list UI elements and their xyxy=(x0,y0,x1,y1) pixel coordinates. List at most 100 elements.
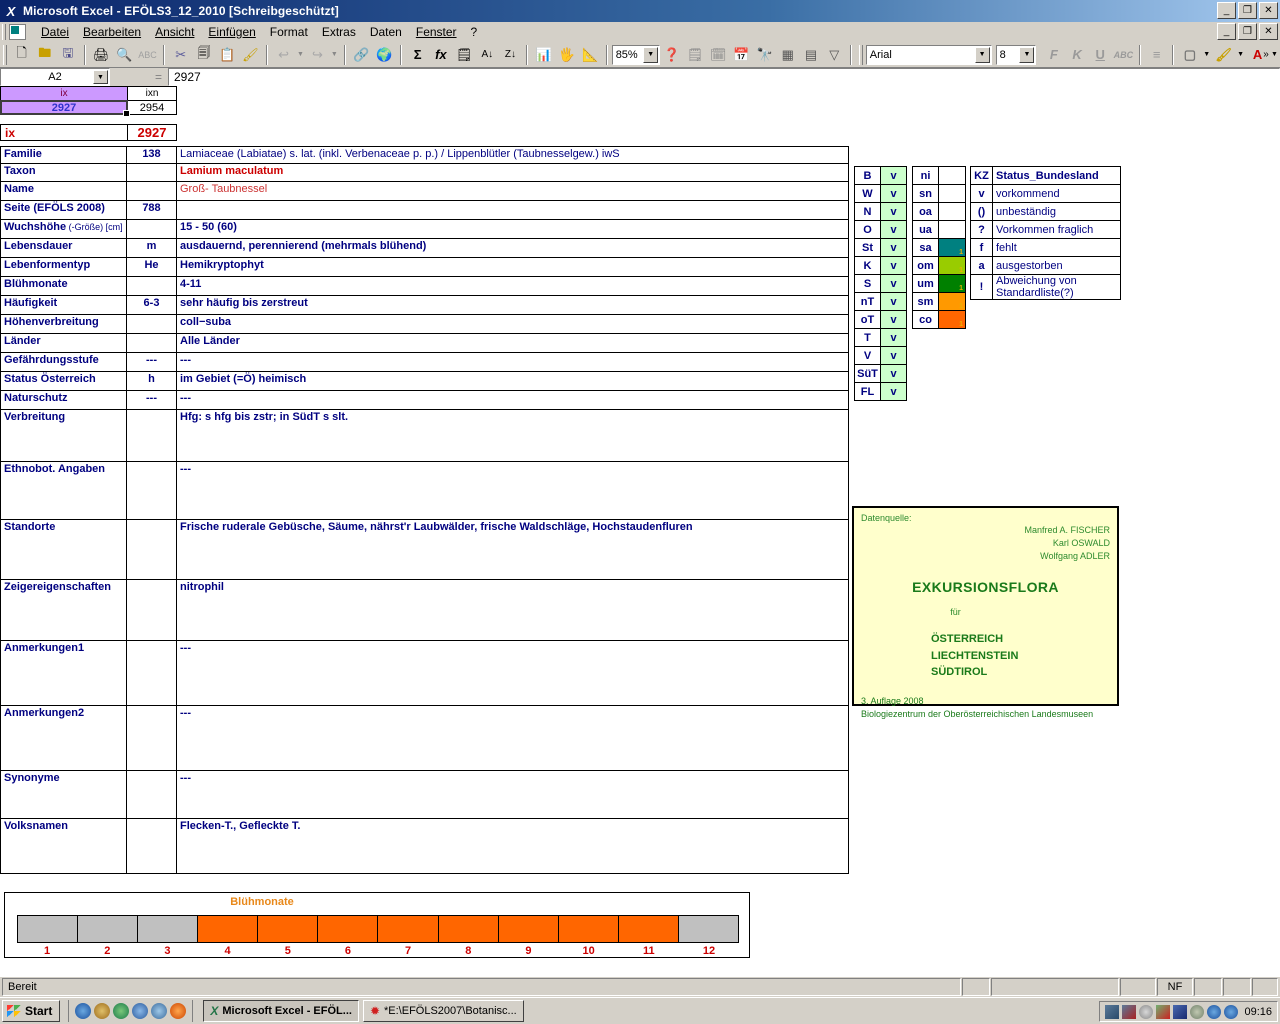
kz-key-cell[interactable]: () xyxy=(970,202,993,221)
bundesland-status-cell[interactable]: v xyxy=(880,184,907,203)
menu-item-format[interactable]: Format xyxy=(263,23,315,41)
folder-icon[interactable] xyxy=(151,1003,168,1019)
row-code-cell[interactable] xyxy=(126,461,177,520)
row-label-cell[interactable]: Wuchshöhe (-Größe) [cm] xyxy=(0,219,127,239)
disc-icon[interactable] xyxy=(1190,1004,1205,1019)
row-label-cell[interactable]: Anmerkungen1 xyxy=(0,640,127,706)
bundesland-status-cell[interactable]: v xyxy=(880,310,907,329)
form-icon[interactable]: 🗓 xyxy=(707,44,730,66)
bundesland-status-cell[interactable]: v xyxy=(880,382,907,401)
chevron-down-icon[interactable]: ▼ xyxy=(93,70,108,84)
row-value-cell[interactable]: Frische ruderale Gebüsche, Säume, nährst… xyxy=(176,519,849,580)
font-size-combo[interactable]: 8 ▼ xyxy=(995,44,1037,65)
kz-label-cell[interactable]: fehlt xyxy=(992,238,1121,257)
autosum-icon[interactable]: Σ xyxy=(406,44,429,66)
row-label-cell[interactable]: Familie xyxy=(0,146,127,164)
altitude-zone-code-cell[interactable]: um xyxy=(912,274,939,293)
format-painter-icon[interactable]: 🖌 xyxy=(239,44,262,66)
cell-ix-header[interactable]: ix xyxy=(0,86,128,101)
row-value-cell[interactable]: --- xyxy=(176,640,849,706)
row-code-cell[interactable] xyxy=(126,219,177,239)
shield-icon[interactable] xyxy=(1173,1004,1188,1019)
row-value-cell[interactable]: --- xyxy=(176,390,849,410)
row-value-cell[interactable]: --- xyxy=(176,770,849,819)
workbook-close-button[interactable]: ✕ xyxy=(1259,23,1278,40)
row-value-cell[interactable]: Lamium maculatum xyxy=(176,163,849,182)
row-label-cell[interactable]: Volksnamen xyxy=(0,818,127,874)
row-value-cell[interactable]: --- xyxy=(176,461,849,520)
taskbar-item-folder[interactable]: ✹ *E:\EFÖLS2007\Botanisc... xyxy=(362,1000,524,1022)
row-code-cell[interactable]: 6-3 xyxy=(126,295,177,315)
ix-summary-label[interactable]: ix xyxy=(0,124,128,141)
row-label-cell[interactable]: Gefährdungsstufe xyxy=(0,352,127,372)
av-icon[interactable] xyxy=(1156,1004,1171,1019)
italic-icon[interactable]: K xyxy=(1065,44,1088,66)
menu-item-einfuegen[interactable]: Einfügen xyxy=(201,23,262,41)
row-value-cell[interactable]: Hemikryptophyt xyxy=(176,257,849,277)
row-label-cell[interactable]: Anmerkungen2 xyxy=(0,705,127,771)
row-label-cell[interactable]: Standorte xyxy=(0,519,127,580)
web-toolbar-icon[interactable]: 🌍 xyxy=(373,44,396,66)
workbook-restore-button[interactable]: ❐ xyxy=(1238,23,1257,40)
strikethrough-icon[interactable]: ABC xyxy=(1112,44,1135,66)
search-icon[interactable] xyxy=(1139,1004,1154,1019)
row-code-cell[interactable]: 138 xyxy=(126,146,177,164)
media-player-icon[interactable] xyxy=(113,1003,130,1019)
zoom-combo[interactable]: 85% ▼ xyxy=(611,44,661,65)
kz-label-cell[interactable]: unbeständig xyxy=(992,202,1121,221)
row-label-cell[interactable]: Lebensdauer xyxy=(0,238,127,258)
cell-ix-value[interactable]: 2927 xyxy=(0,100,130,117)
row-value-cell[interactable]: im Gebiet (=Ö) heimisch xyxy=(176,371,849,391)
altitude-zone-value-cell[interactable] xyxy=(938,184,966,203)
open-folder-icon[interactable]: 🖿 xyxy=(33,44,56,66)
filter-icon[interactable]: ▽ xyxy=(823,44,846,66)
kz-label-cell[interactable]: Vorkommen fraglich xyxy=(992,220,1121,239)
bundesland-code-cell[interactable]: oT xyxy=(854,310,881,329)
firefox-icon[interactable] xyxy=(170,1003,187,1019)
bundesland-status-cell[interactable]: v xyxy=(880,166,907,185)
row-code-cell[interactable] xyxy=(126,519,177,580)
row-value-cell[interactable]: --- xyxy=(176,352,849,372)
info-icon[interactable] xyxy=(1207,1004,1222,1019)
row-value-cell[interactable]: 15 - 50 (60) xyxy=(176,219,849,239)
altitude-zone-value-cell[interactable] xyxy=(938,202,966,221)
hyperlink-icon[interactable]: 🔗 xyxy=(350,44,373,66)
altitude-zone-code-cell[interactable]: oa xyxy=(912,202,939,221)
kz-label-cell[interactable]: ausgestorben xyxy=(992,256,1121,275)
row-code-cell[interactable] xyxy=(126,579,177,641)
network-error-icon[interactable] xyxy=(1122,1004,1137,1019)
kz-key-cell[interactable]: ? xyxy=(970,220,993,239)
toolbar-overflow-icon[interactable]: » xyxy=(1254,44,1278,66)
row-code-cell[interactable]: m xyxy=(126,238,177,258)
bundesland-code-cell[interactable]: T xyxy=(854,328,881,347)
bundesland-code-cell[interactable]: B xyxy=(854,166,881,185)
row-code-cell[interactable] xyxy=(126,818,177,874)
paste-clipboard-icon[interactable]: 📋 xyxy=(216,44,239,66)
row-value-cell[interactable]: Alle Länder xyxy=(176,333,849,353)
kz-key-cell[interactable]: f xyxy=(970,238,993,257)
kz-label-cell[interactable]: Abweichung von Standardliste(?) xyxy=(992,274,1121,300)
report-icon[interactable]: ▤ xyxy=(799,44,822,66)
altitude-zone-code-cell[interactable]: sa xyxy=(912,238,939,257)
ie-icon[interactable] xyxy=(75,1003,92,1019)
kz-key-cell[interactable]: a xyxy=(970,256,993,275)
bundesland-code-cell[interactable]: FL xyxy=(854,382,881,401)
row-code-cell[interactable] xyxy=(126,705,177,771)
row-code-cell[interactable]: --- xyxy=(126,352,177,372)
chevron-down-icon[interactable]: ▼ xyxy=(1019,46,1035,63)
row-label-cell[interactable]: Taxon xyxy=(0,163,127,182)
row-value-cell[interactable]: Flecken-T., Gefleckte T. xyxy=(176,818,849,874)
undo-dropdown-icon[interactable]: ▼ xyxy=(295,44,306,66)
row-value-cell[interactable]: --- xyxy=(176,705,849,771)
print-preview-icon[interactable]: 🔍 xyxy=(113,44,136,66)
acrobat-icon[interactable] xyxy=(1224,1004,1239,1019)
copy-icon[interactable]: 🗐 xyxy=(192,44,215,66)
altitude-zone-code-cell[interactable]: sn xyxy=(912,184,939,203)
new-file-icon[interactable]: 🗋 xyxy=(10,44,33,66)
cell-ixn-header[interactable]: ixn xyxy=(127,86,177,101)
row-value-cell[interactable]: sehr häufig bis zerstreut xyxy=(176,295,849,315)
altitude-zone-value-cell[interactable]: 1 xyxy=(938,292,966,311)
chevron-down-icon[interactable]: ▼ xyxy=(643,46,659,63)
ix-summary-value[interactable]: 2927 xyxy=(127,124,177,141)
underline-icon[interactable]: U xyxy=(1089,44,1112,66)
